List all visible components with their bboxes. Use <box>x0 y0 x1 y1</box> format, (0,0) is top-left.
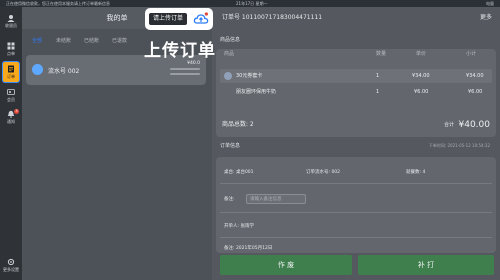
table-row[interactable]: 30元券套卡 1 ¥34.00 ¥34.00 <box>220 69 492 83</box>
divider <box>220 183 492 184</box>
void-button[interactable]: 作 废 <box>220 255 352 275</box>
order-number: 订单号 101100717183004471111 <box>222 14 323 21</box>
item-qty: 1 <box>376 89 380 95</box>
sidebar-item-orders[interactable]: 订单 <box>2 61 20 83</box>
item-qty: 1 <box>376 73 380 79</box>
item-subtotal: ¥6.00 <box>468 89 483 95</box>
divider <box>220 212 492 213</box>
column-header: 商品 <box>224 51 235 57</box>
sidebar-item-notifications[interactable]: 通知 3 <box>0 107 22 127</box>
status-battery: 电量 <box>486 1 494 6</box>
remark-label: 备注: <box>224 197 235 202</box>
tab-refunded[interactable]: 已退款 <box>112 35 127 47</box>
status-bar: 正在使用微信收款，您正在使用本服务请上传订单最新信息 21年17日 星期一 电量 <box>0 0 500 7</box>
table-row[interactable]: 朋友圈环保用牛奶 1 ¥6.00 ¥6.00 <box>220 85 492 99</box>
tab-unpaid[interactable]: 未结账 <box>56 35 71 47</box>
upload-order-tooltip: 请上传订单 <box>145 8 213 30</box>
table-number: 桌台: 桌台001 <box>224 170 254 175</box>
sidebar-item-label: 点单 <box>7 51 15 56</box>
total-label: 合计 <box>443 122 454 128</box>
sidebar-item-label: 会员 <box>7 97 15 102</box>
total-amount: ¥40.00 <box>458 120 491 130</box>
sidebar-item-members[interactable]: 会员 <box>0 85 22 105</box>
operator-name: 开单人: 张雨学 <box>224 224 254 229</box>
remark-time: 备注: 2021年05月12日 <box>224 246 273 251</box>
column-header: 单价 <box>416 51 427 57</box>
item-subtotal: ¥34.00 <box>466 73 484 79</box>
upload-order-label: 请上传订单 <box>149 13 188 25</box>
tab-all[interactable]: 全部 <box>32 35 42 47</box>
column-header: 小计 <box>466 51 477 57</box>
goods-summary: 商品总数: 2 合计 ¥40.00 <box>216 117 496 133</box>
goods-table: 商品 数量 单价 小计 30元券套卡 1 ¥34.00 ¥34.00 朋友圈环保… <box>216 49 496 137</box>
settings-icon <box>7 258 15 266</box>
order-serial-number: 流水号 002 <box>48 68 80 75</box>
sidebar-item-order-menu[interactable]: 点单 <box>0 39 22 59</box>
order-status-icon <box>32 64 43 75</box>
more-button[interactable]: 更多 <box>480 7 492 29</box>
notification-badge: 3 <box>14 109 19 114</box>
sidebar-item-settings[interactable]: 更多设置 <box>0 255 22 275</box>
order-detail-header: 订单号 101100717183004471111 更多 <box>212 7 500 29</box>
order-detail-lines <box>170 68 200 78</box>
sidebar-item-label: 订单 <box>7 74 15 79</box>
status-date: 21年17日 星期一 <box>236 1 268 6</box>
tab-paid[interactable]: 已结账 <box>84 35 99 47</box>
goods-table-header: 商品 数量 单价 小计 <box>216 49 496 59</box>
order-amount: ¥40.0 <box>187 61 200 66</box>
sidebar-item-label: 收银员 <box>5 23 17 28</box>
sidebar-item-cashier[interactable]: 收银员 <box>0 11 22 31</box>
remark-input[interactable]: 请输入备注信息 <box>246 194 306 204</box>
upload-order-caption: 上传订单 <box>144 41 216 61</box>
reprint-button[interactable]: 补 打 <box>358 255 494 275</box>
item-price: ¥34.00 <box>412 73 430 79</box>
order-serial: 订单流水号: 002 <box>306 170 341 175</box>
cloud-upload-icon[interactable] <box>193 11 209 27</box>
column-header: 数量 <box>376 51 387 57</box>
item-name: 30元券套卡 <box>236 73 263 79</box>
avatar-icon <box>7 15 15 22</box>
order-detail-panel: 订单号 101100717183004471111 更多 商品信息 商品 数量 … <box>212 7 500 280</box>
sidebar-item-label: 更多设置 <box>3 267 19 272</box>
sidebar: 收银员 点单 订单 会员 通知 3 更多设置 <box>0 7 22 280</box>
item-name: 朋友圈环保用牛奶 <box>236 89 277 95</box>
item-icon <box>224 72 232 80</box>
order-info-card: 桌台: 桌台001 订单流水号: 002 就餐数: 4 备注: 请输入备注信息 … <box>216 157 496 253</box>
sidebar-item-label: 通知 <box>7 119 15 124</box>
item-price: ¥6.00 <box>414 89 429 95</box>
order-created-time: 下单时间: 2021-05-12 10:54:32 <box>428 143 490 148</box>
guest-count: 就餐数: 4 <box>406 170 426 175</box>
divider <box>220 237 492 238</box>
status-left-text: 正在使用微信收款，您正在使用本服务请上传订单最新信息 <box>6 1 110 6</box>
receipt-icon <box>8 65 14 73</box>
member-icon <box>7 89 15 95</box>
grid-icon <box>7 42 15 50</box>
goods-section-title: 商品信息 <box>220 37 241 43</box>
goods-count: 商品总数: 2 <box>222 121 254 128</box>
